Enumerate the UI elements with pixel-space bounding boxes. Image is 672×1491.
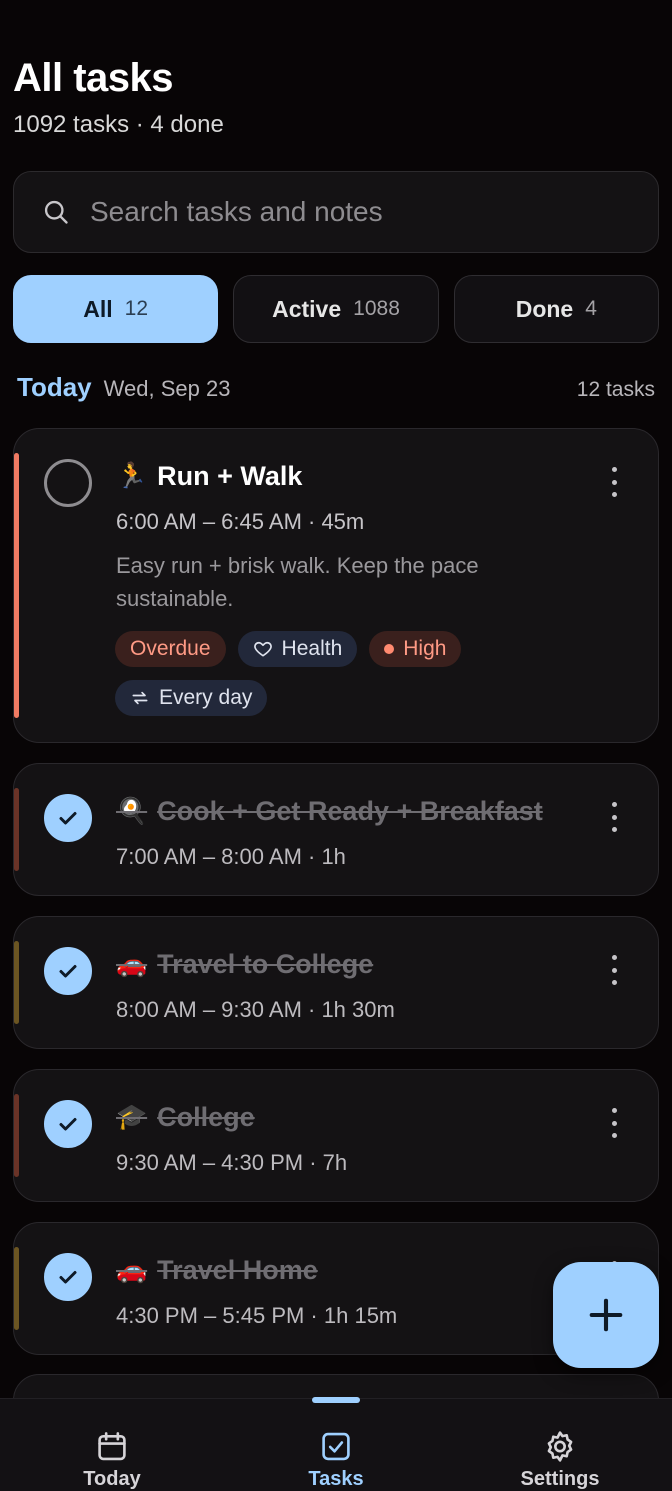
tag-priority-high: High <box>369 631 462 667</box>
task-title: 🎓 College <box>116 1102 255 1133</box>
tag-health: Health <box>237 631 358 667</box>
task-title-text: Travel Home <box>157 1255 318 1285</box>
task-card[interactable]: 🏃 Run + Walk 6:00 AM – 6:45 AM · 45m Eas… <box>13 428 659 743</box>
tag-label: Overdue <box>130 637 211 660</box>
plus-icon <box>589 1298 623 1332</box>
page-subtitle: 1092 tasks · 4 done <box>13 111 224 138</box>
task-checkbox[interactable] <box>44 947 92 995</box>
task-title-text: Run + Walk <box>157 461 303 491</box>
add-task-button[interactable] <box>553 1262 659 1368</box>
task-title: 🚗 Travel Home <box>116 1255 318 1286</box>
check-icon <box>59 1118 77 1131</box>
task-card[interactable]: 🍳 Cook + Get Ready + Breakfast 7:00 AM –… <box>13 763 659 896</box>
filter-active[interactable]: Active 1088 <box>233 275 439 343</box>
filter-label: Active <box>272 295 342 322</box>
task-time: 9:30 AM – 4:30 PM · 7h <box>116 1150 348 1175</box>
search-input[interactable]: Search tasks and notes <box>13 171 659 253</box>
filter-label: All <box>83 295 113 322</box>
search-placeholder: Search tasks and notes <box>90 196 383 227</box>
section-date: Wed, Sep 23 <box>103 376 231 401</box>
nav-active-indicator <box>312 1397 360 1403</box>
nav-label: Today <box>83 1468 141 1490</box>
task-checkbox[interactable] <box>44 459 92 507</box>
task-checkbox[interactable] <box>44 1253 92 1301</box>
repeat-icon <box>132 691 148 705</box>
more-options-icon[interactable] <box>604 1108 624 1138</box>
task-title-text: College <box>157 1102 255 1132</box>
check-icon <box>59 965 77 978</box>
section-title: Today <box>17 372 92 402</box>
task-time: 8:00 AM – 9:30 AM · 1h 30m <box>116 997 395 1022</box>
check-icon <box>59 1271 77 1284</box>
filter-label: Done <box>515 295 574 322</box>
tag-label: Health <box>281 637 343 660</box>
task-emoji: 🎓 <box>116 1103 148 1131</box>
task-title: 🏃 Run + Walk <box>116 461 302 492</box>
task-emoji: 🚗 <box>116 950 148 978</box>
task-time: 6:00 AM – 6:45 AM · 45m <box>116 509 365 534</box>
task-time: 7:00 AM – 8:00 AM · 1h <box>116 844 346 869</box>
search-icon <box>44 200 68 224</box>
check-icon <box>59 812 77 825</box>
task-accent-bar <box>14 1247 19 1330</box>
task-accent-bar <box>14 453 19 718</box>
more-options-icon[interactable] <box>604 802 624 832</box>
page-title: All tasks <box>13 56 174 100</box>
header: All tasks 1092 tasks · 4 done <box>13 56 224 139</box>
section-task-count: 12 tasks <box>576 378 655 401</box>
task-title: 🚗 Travel to College <box>116 949 373 980</box>
heart-icon <box>253 641 272 657</box>
priority-dot <box>384 644 395 654</box>
nav-label: Settings <box>520 1468 600 1490</box>
task-accent-bar <box>14 1094 19 1177</box>
filter-all[interactable]: All 12 <box>13 275 219 343</box>
more-options-icon[interactable] <box>604 467 624 497</box>
task-checkbox[interactable] <box>44 1100 92 1148</box>
nav-label: Tasks <box>308 1468 364 1490</box>
more-options-icon[interactable] <box>604 955 624 985</box>
filter-count: 4 <box>585 297 597 320</box>
bottom-nav: Today Tasks Settings <box>0 1397 672 1491</box>
task-card[interactable]: 🎓 College 9:30 AM – 4:30 PM · 7h <box>13 1069 659 1202</box>
task-title: 🍳 Cook + Get Ready + Breakfast <box>116 796 543 827</box>
task-card[interactable]: 🚗 Travel to College 8:00 AM – 9:30 AM · … <box>13 916 659 1049</box>
task-notes: Easy run + brisk walk. Keep the pace sus… <box>116 553 479 611</box>
tag-overdue: Overdue <box>115 631 226 667</box>
task-time: 4:30 PM – 5:45 PM · 1h 15m <box>116 1303 398 1328</box>
gear-icon <box>547 1431 573 1462</box>
section-header: Today Wed, Sep 23 12 tasks <box>17 372 655 403</box>
nav-tasks[interactable]: Tasks <box>224 1397 448 1491</box>
task-emoji: 🚗 <box>116 1256 148 1284</box>
task-accent-bar <box>14 788 19 871</box>
tag-label: High <box>403 637 447 660</box>
nav-today[interactable]: Today <box>0 1399 224 1491</box>
task-tags: Overdue Health High Every day <box>115 631 545 716</box>
tag-repeat: Every day <box>115 680 268 716</box>
filter-count: 1088 <box>353 297 400 320</box>
task-emoji: 🍳 <box>116 797 148 825</box>
task-checkbox[interactable] <box>44 794 92 842</box>
nav-settings[interactable]: Settings <box>448 1399 672 1491</box>
app-root: All tasks 1092 tasks · 4 done Search tas… <box>0 0 672 1491</box>
filter-done[interactable]: Done 4 <box>453 275 659 343</box>
task-accent-bar <box>14 941 19 1024</box>
task-check-icon <box>322 1432 350 1461</box>
calendar-icon <box>98 1432 126 1461</box>
tag-label: Every day <box>159 686 253 709</box>
task-title-text: Cook + Get Ready + Breakfast <box>157 796 543 826</box>
filter-count: 12 <box>124 297 149 320</box>
filter-bar: All 12 Active 1088 Done 4 <box>13 275 659 343</box>
task-title-text: Travel to College <box>157 949 374 979</box>
task-emoji: 🏃 <box>116 462 148 490</box>
